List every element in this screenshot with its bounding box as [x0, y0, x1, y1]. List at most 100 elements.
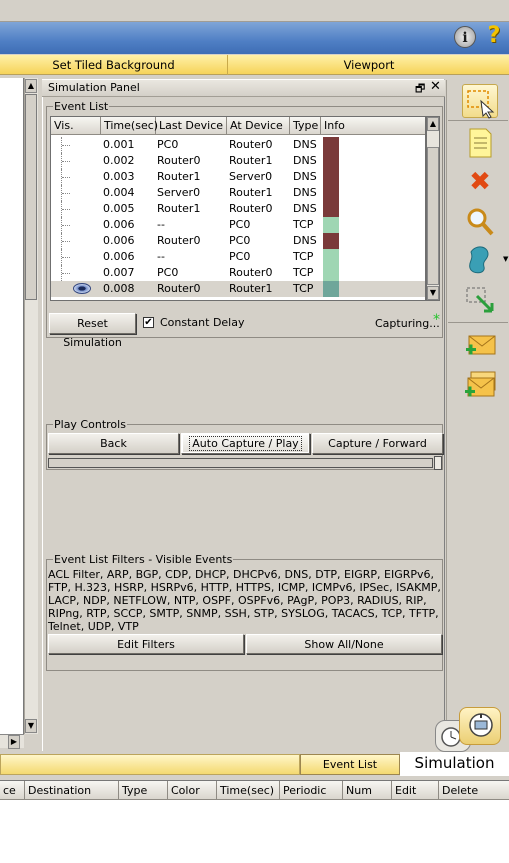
- tree-line: [61, 153, 75, 169]
- col-source[interactable]: ce: [0, 781, 25, 800]
- constant-delay-label: Constant Delay: [160, 316, 245, 329]
- event-at-device: Router0: [229, 266, 273, 279]
- col-last-device[interactable]: Last Device: [156, 117, 227, 135]
- event-info-color[interactable]: [323, 233, 339, 249]
- event-type: DNS: [293, 138, 317, 151]
- col-edit[interactable]: Edit: [392, 781, 439, 800]
- show-all-none-button[interactable]: Show All/None: [246, 634, 442, 654]
- event-info-color[interactable]: [323, 153, 339, 169]
- note-icon[interactable]: [462, 126, 498, 160]
- help-icon[interactable]: ?: [483, 25, 505, 47]
- col-at-device[interactable]: At Device: [227, 117, 290, 135]
- event-row[interactable]: 0.007 PC0 Router0 TCP: [51, 265, 425, 281]
- tree-line: [61, 137, 75, 153]
- event-type: DNS: [293, 186, 317, 199]
- event-at-device: Router1: [229, 154, 273, 167]
- col-num[interactable]: Num: [343, 781, 392, 800]
- event-at-device: Router1: [229, 282, 273, 295]
- scroll-down-arrow-icon[interactable]: ▼: [25, 719, 37, 733]
- viewport-button[interactable]: Viewport: [229, 55, 509, 75]
- chevron-down-icon[interactable]: ▼: [503, 255, 508, 263]
- col-delete[interactable]: Delete: [439, 781, 509, 800]
- event-type: TCP: [293, 250, 314, 263]
- event-row[interactable]: 0.002 Router0 Router1 DNS: [51, 153, 425, 169]
- col-destination[interactable]: Destination: [25, 781, 119, 800]
- event-time: 0.006: [103, 218, 135, 231]
- event-row[interactable]: 0.003 Router1 Server0 DNS: [51, 169, 425, 185]
- event-time: 0.002: [103, 154, 135, 167]
- auto-capture-play-label: Auto Capture / Play: [189, 436, 302, 451]
- logical-workspace[interactable]: [0, 78, 24, 734]
- play-speed-slider-knob[interactable]: [434, 456, 442, 470]
- simulation-mode-icon[interactable]: [459, 707, 501, 745]
- col-periodic[interactable]: Periodic: [280, 781, 343, 800]
- delete-icon[interactable]: ✖: [462, 165, 498, 199]
- event-type: DNS: [293, 234, 317, 247]
- col-color[interactable]: Color: [168, 781, 217, 800]
- pdu-list-header: ce Destination Type Color Time(sec) Peri…: [0, 781, 509, 800]
- back-button[interactable]: Back: [48, 433, 179, 454]
- event-list-legend: Event List: [54, 100, 109, 113]
- capture-forward-button[interactable]: Capture / Forward: [312, 433, 443, 454]
- event-last-device: PC0: [157, 138, 179, 151]
- col-type[interactable]: Type: [119, 781, 168, 800]
- event-row[interactable]: 0.004 Server0 Router1 DNS: [51, 185, 425, 201]
- event-last-device: Router0: [157, 234, 201, 247]
- constant-delay-checkbox[interactable]: ✔: [143, 317, 154, 328]
- eye-icon[interactable]: [73, 283, 91, 294]
- event-row[interactable]: 0.008 Router0 Router1 TCP: [51, 281, 425, 297]
- event-last-device: --: [157, 250, 165, 263]
- draw-shape-icon[interactable]: [462, 242, 498, 276]
- event-info-color[interactable]: [323, 169, 339, 185]
- event-time: 0.006: [103, 250, 135, 263]
- resize-shape-icon[interactable]: [462, 284, 498, 318]
- add-simple-pdu-icon[interactable]: [462, 328, 498, 362]
- edit-filters-button[interactable]: Edit Filters: [48, 634, 244, 654]
- set-tiled-background-button[interactable]: Set Tiled Background: [0, 55, 228, 75]
- close-icon[interactable]: ✕: [430, 79, 441, 94]
- event-row[interactable]: 0.001 PC0 Router0 DNS: [51, 137, 425, 153]
- play-speed-slider[interactable]: [48, 458, 433, 468]
- scroll-right-arrow-icon[interactable]: ▶: [8, 735, 20, 749]
- col-type[interactable]: Type: [290, 117, 321, 135]
- workspace-bar: Set Tiled Background Viewport: [0, 55, 509, 75]
- event-last-device: Router1: [157, 202, 201, 215]
- event-info-color[interactable]: [323, 201, 339, 217]
- event-list-scroll-thumb[interactable]: [427, 147, 439, 285]
- event-last-device: Router1: [157, 170, 201, 183]
- event-info-color[interactable]: [323, 217, 339, 233]
- col-time[interactable]: Time(sec): [217, 781, 280, 800]
- event-info-color[interactable]: [323, 249, 339, 265]
- reset-simulation-button[interactable]: Reset Simulation: [49, 313, 136, 349]
- event-info-color[interactable]: [323, 137, 339, 153]
- event-time: 0.006: [103, 234, 135, 247]
- workspace-scroll-thumb[interactable]: [25, 94, 37, 300]
- info-icon[interactable]: i: [454, 26, 476, 48]
- col-vis[interactable]: Vis.: [51, 117, 101, 135]
- event-list-toggle-button[interactable]: Event List: [300, 754, 400, 775]
- event-time: 0.005: [103, 202, 135, 215]
- inspect-icon[interactable]: [462, 204, 498, 238]
- add-complex-pdu-icon[interactable]: [462, 368, 498, 402]
- event-info-color[interactable]: [323, 265, 339, 281]
- event-row[interactable]: 0.006 -- PC0 TCP: [51, 249, 425, 265]
- main-toolbar: [0, 22, 509, 54]
- event-row[interactable]: 0.005 Router1 Router0 DNS: [51, 201, 425, 217]
- col-time[interactable]: Time(sec): [101, 117, 158, 135]
- event-row[interactable]: 0.006 -- PC0 TCP: [51, 217, 425, 233]
- col-info[interactable]: Info: [321, 117, 425, 135]
- event-last-device: PC0: [157, 266, 179, 279]
- scroll-up-arrow-icon[interactable]: ▲: [25, 79, 37, 93]
- event-list-table: Vis. Time(sec) Last Device At Device Typ…: [50, 116, 426, 301]
- scroll-down-arrow-icon[interactable]: ▼: [427, 286, 439, 300]
- event-info-color[interactable]: [323, 281, 339, 297]
- event-row[interactable]: 0.006 Router0 PC0 DNS: [51, 233, 425, 249]
- simulation-mode-label[interactable]: Simulation: [400, 752, 509, 776]
- auto-capture-play-button[interactable]: Auto Capture / Play: [181, 433, 310, 454]
- event-info-color[interactable]: [323, 185, 339, 201]
- restore-icon[interactable]: 🗗: [415, 80, 425, 99]
- visible-events-list: ACL Filter, ARP, BGP, CDP, DHCP, DHCPv6,…: [48, 568, 441, 633]
- scroll-up-arrow-icon[interactable]: ▲: [427, 117, 439, 131]
- select-icon[interactable]: [462, 84, 498, 119]
- event-time: 0.008: [103, 282, 135, 295]
